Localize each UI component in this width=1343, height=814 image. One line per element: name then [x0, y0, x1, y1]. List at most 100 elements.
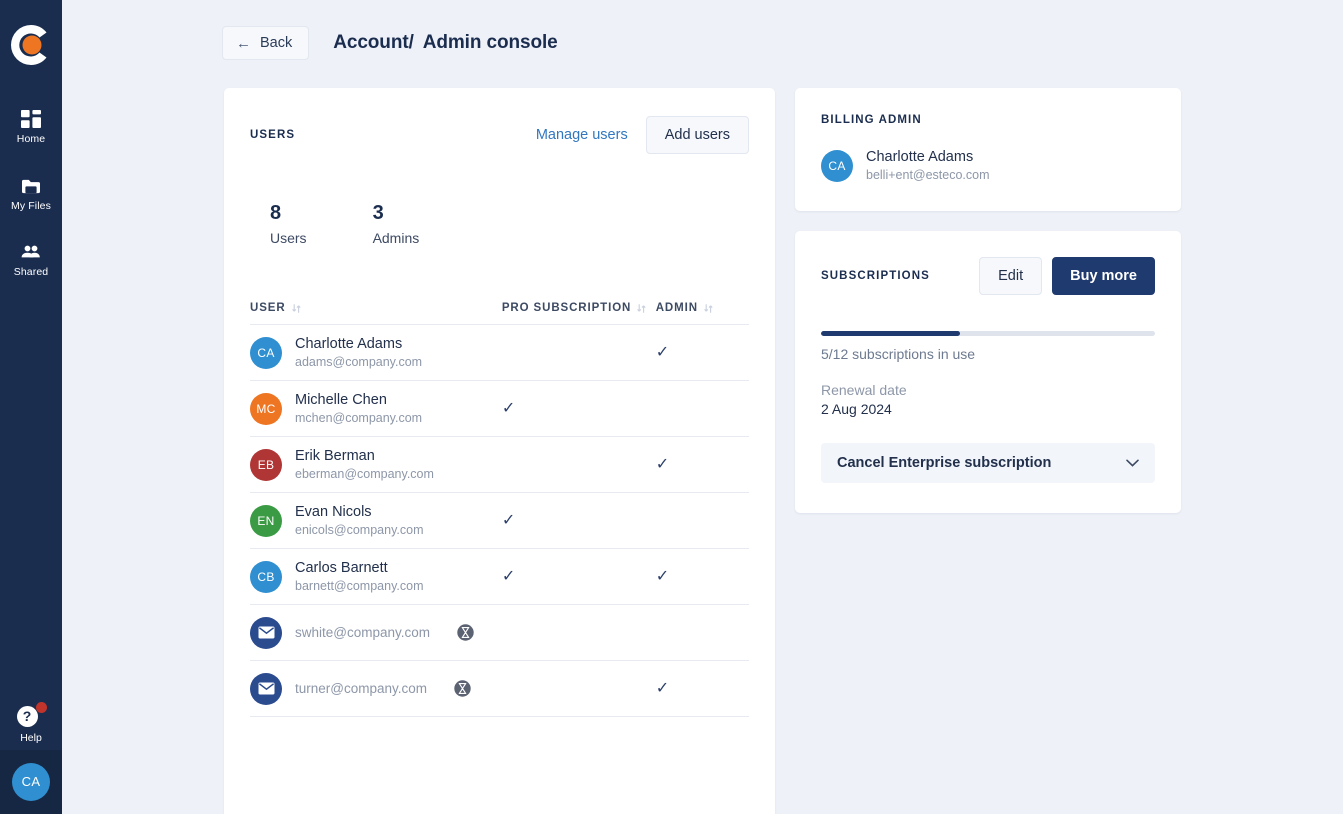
- sidebar-item-home[interactable]: Home: [0, 102, 62, 151]
- user-name: Carlos Barnett: [295, 559, 388, 576]
- users-table-body: CA Charlotte Adams adams@company.com ✓ MC Mic…: [250, 325, 749, 717]
- manage-users-link[interactable]: Manage users: [536, 127, 628, 143]
- breadcrumb-root[interactable]: Account: [333, 32, 408, 53]
- check-icon: ✓: [501, 511, 516, 529]
- stat-admins-label: Admins: [372, 230, 420, 246]
- subscriptions-usage-text: 5/12 subscriptions in use: [821, 346, 976, 363]
- table-row[interactable]: EB Erik Berman eberman@company.com ✓: [250, 437, 749, 493]
- billing-admin-email: belli+ent@esteco.com: [866, 168, 990, 183]
- chevron-down-icon: [1126, 456, 1139, 470]
- app-root: Home My Files Shared ? Help CA ← Back Ac…: [0, 0, 1343, 814]
- user-info: Evan Nicols enicols@company.com: [295, 503, 423, 538]
- back-button-label: Back: [260, 35, 293, 51]
- user-email: mchen@company.com: [295, 410, 423, 425]
- cell-admin[interactable]: ✓: [656, 344, 749, 361]
- cell-admin[interactable]: ✓: [655, 567, 749, 585]
- company-logo[interactable]: [8, 22, 54, 68]
- help-button[interactable]: ? Help: [0, 702, 62, 750]
- pending-invite-icon: [457, 624, 474, 641]
- sort-icon: [704, 303, 713, 314]
- column-header-pro-label: PRO SUBSCRIPTION: [501, 302, 632, 314]
- avatar: EB: [250, 448, 282, 481]
- cancel-subscription-select[interactable]: Cancel Enterprise subscription: [821, 443, 1155, 484]
- cell-admin[interactable]: ✓: [655, 679, 749, 697]
- cell-user: MC Michelle Chen mchen@company.com: [250, 391, 502, 426]
- user-info: Carlos Barnett barnett@company.com: [295, 559, 424, 594]
- avatar: CB: [250, 560, 282, 593]
- check-icon: ✓: [655, 679, 670, 697]
- cell-user: turner@company.com: [250, 672, 502, 705]
- back-button[interactable]: ← Back: [222, 26, 310, 60]
- sidebar-item-shared-label: Shared: [13, 266, 49, 278]
- cell-user: CB Carlos Barnett barnett@company.com: [250, 559, 502, 594]
- subscriptions-card: SUBSCRIPTIONS Edit Buy more 5/12 subscri…: [795, 231, 1181, 514]
- stat-admins-value: 3: [372, 202, 384, 224]
- billing-section-title: BILLING ADMIN: [821, 114, 922, 126]
- table-row[interactable]: swhite@company.com: [250, 605, 749, 661]
- sidebar-item-my-files[interactable]: My Files: [0, 169, 62, 218]
- stat-users-value: 8: [270, 202, 282, 224]
- users-table: USER PRO SUBSCRIPTION ADMIN CA Charlotte…: [250, 302, 749, 717]
- column-header-admin-label: ADMIN: [655, 302, 698, 314]
- envelope-icon: [250, 616, 282, 649]
- cell-pro-subscription[interactable]: ✓: [501, 399, 656, 417]
- user-email: enicols@company.com: [295, 522, 424, 537]
- cell-pro-subscription[interactable]: ✓: [501, 511, 656, 529]
- column-header-admin[interactable]: ADMIN: [656, 302, 749, 314]
- breadcrumb-separator: /: [408, 32, 414, 53]
- table-row[interactable]: turner@company.com ✓: [250, 661, 749, 717]
- stat-admins: 3 Admins: [373, 202, 420, 246]
- table-row[interactable]: CA Charlotte Adams adams@company.com ✓: [250, 325, 749, 381]
- check-icon: ✓: [501, 399, 516, 417]
- subscriptions-section-title: SUBSCRIPTIONS: [821, 270, 930, 283]
- sidebar: Home My Files Shared ? Help CA: [0, 0, 62, 814]
- check-icon: ✓: [655, 455, 670, 473]
- user-info: swhite@company.com: [295, 624, 430, 642]
- buy-more-button[interactable]: Buy more: [1052, 257, 1155, 296]
- cell-pro-subscription[interactable]: ✓: [502, 568, 656, 585]
- add-users-button[interactable]: Add users: [645, 116, 749, 154]
- sidebar-bottom: ? Help CA: [0, 702, 62, 814]
- people-icon: [20, 242, 42, 262]
- users-header-actions: Manage users Add users: [536, 116, 749, 154]
- sort-icon: [291, 303, 301, 314]
- user-email: turner@company.com: [295, 680, 428, 696]
- table-row[interactable]: CB Carlos Barnett barnett@company.com ✓ ✓: [250, 549, 749, 605]
- user-name: Michelle Chen: [295, 391, 387, 408]
- subscriptions-progress-fill: [821, 331, 961, 337]
- sort-icon: [637, 303, 646, 314]
- cell-admin[interactable]: ✓: [655, 455, 749, 473]
- column-header-user[interactable]: USER: [250, 302, 502, 314]
- billing-admin-name: Charlotte Adams: [866, 149, 974, 165]
- sidebar-item-my-files-label: My Files: [11, 199, 51, 212]
- cell-user: EB Erik Berman eberman@company.com: [250, 447, 502, 482]
- breadcrumb: Account/ Admin console: [333, 32, 557, 54]
- billing-admin-card: BILLING ADMIN CA Charlotte Adams belli+e…: [795, 88, 1181, 212]
- table-row[interactable]: MC Michelle Chen mchen@company.com ✓: [250, 381, 749, 437]
- avatar[interactable]: CA: [12, 763, 50, 801]
- table-row[interactable]: EN Evan Nicols enicols@company.com ✓: [250, 493, 749, 549]
- users-card: USERS Manage users Add users 8 Users 3 A…: [224, 88, 775, 814]
- check-icon: ✓: [655, 567, 670, 585]
- right-column: BILLING ADMIN CA Charlotte Adams belli+e…: [795, 88, 1181, 514]
- notification-dot-icon: [36, 702, 47, 713]
- help-label: Help: [20, 732, 42, 744]
- user-info: Erik Berman eberman@company.com: [295, 447, 434, 482]
- pending-invite-icon: [454, 680, 471, 697]
- sidebar-item-shared[interactable]: Shared: [0, 235, 62, 284]
- arrow-left-icon: ←: [236, 34, 251, 52]
- avatar: MC: [250, 392, 282, 425]
- column-header-pro-subscription[interactable]: PRO SUBSCRIPTION: [502, 302, 656, 314]
- avatar: EN: [250, 504, 282, 537]
- cell-user: CA Charlotte Adams adams@company.com: [250, 335, 502, 370]
- column-header-user-label: USER: [250, 302, 286, 314]
- stat-users: 8 Users: [270, 202, 307, 246]
- edit-button[interactable]: Edit: [979, 257, 1043, 296]
- cell-user: swhite@company.com: [250, 616, 502, 649]
- folder-icon: [20, 176, 42, 196]
- renewal-date-label: Renewal date: [821, 382, 907, 399]
- cell-user: EN Evan Nicols enicols@company.com: [250, 503, 502, 538]
- user-name: Erik Berman: [295, 447, 375, 464]
- user-info: Michelle Chen mchen@company.com: [295, 391, 422, 426]
- user-name: Charlotte Adams: [295, 335, 403, 352]
